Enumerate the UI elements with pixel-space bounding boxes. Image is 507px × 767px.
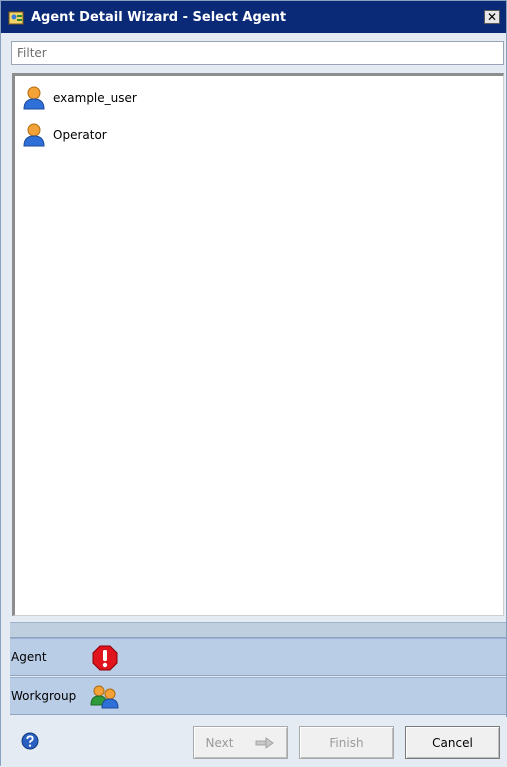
agent-name: example_user	[53, 91, 137, 105]
finish-label: Finish	[329, 735, 364, 750]
cancel-button[interactable]: Cancel	[405, 726, 500, 759]
title-bar[interactable]: Agent Detail Wizard - Select Agent ✕	[1, 1, 506, 33]
step-label: Workgroup	[11, 689, 77, 703]
divider	[10, 622, 506, 638]
arrow-right-icon	[256, 736, 275, 749]
step-label: Agent	[11, 650, 47, 664]
finish-button[interactable]: Finish	[299, 726, 394, 759]
filter-field[interactable]	[11, 41, 504, 65]
step-workgroup[interactable]: Workgroup	[10, 677, 506, 715]
agent-list[interactable]: example_user Operator	[12, 73, 504, 616]
close-button[interactable]: ✕	[484, 10, 500, 24]
help-icon[interactable]	[21, 732, 39, 750]
close-icon: ✕	[486, 10, 498, 24]
list-item-operator[interactable]: Operator	[23, 122, 107, 148]
app-icon	[8, 11, 24, 25]
workgroup-icon	[90, 685, 119, 709]
user-icon	[23, 123, 45, 147]
next-button[interactable]: Next	[193, 726, 288, 759]
step-agent[interactable]: Agent	[10, 638, 506, 676]
filter-input[interactable]	[12, 42, 503, 64]
list-item-example-user[interactable]: example_user	[23, 85, 137, 111]
cancel-label: Cancel	[432, 735, 473, 750]
window-title: Agent Detail Wizard - Select Agent	[31, 10, 287, 25]
next-label: Next	[205, 735, 234, 750]
agent-name: Operator	[53, 128, 107, 142]
error-icon	[92, 645, 118, 671]
user-icon	[23, 86, 45, 110]
wizard-window: Agent Detail Wizard - Select Agent ✕ exa…	[0, 0, 507, 767]
